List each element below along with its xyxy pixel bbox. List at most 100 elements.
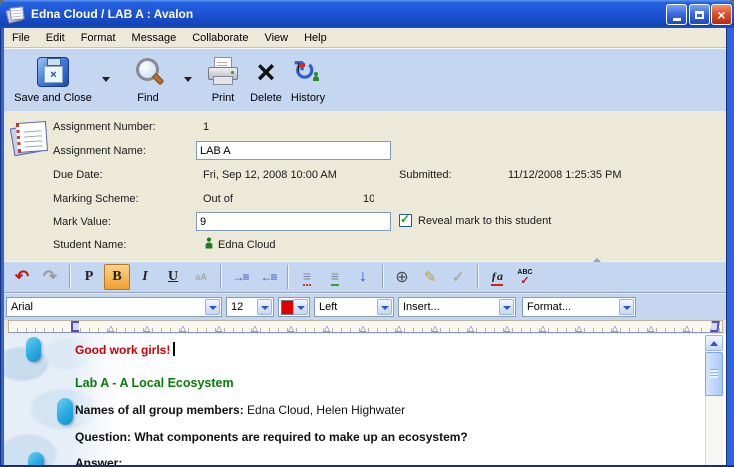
ruler-tab-marker[interactable]: △ xyxy=(252,325,258,333)
insert-object-button[interactable]: ⊕ xyxy=(389,264,415,290)
ruler-tab-marker[interactable]: △ xyxy=(432,325,438,333)
insert-arrow-icon[interactable] xyxy=(499,299,514,315)
ruler-tab-marker[interactable]: △ xyxy=(180,325,186,333)
submitted-value: 11/12/2008 1:25:35 PM xyxy=(508,169,622,181)
menu-collaborate[interactable]: Collaborate xyxy=(184,30,256,46)
fixed-size-button[interactable]: aA xyxy=(188,264,214,290)
undo-icon[interactable]: ↶ xyxy=(9,264,35,290)
ruler-tab-marker[interactable]: △ xyxy=(144,325,150,333)
find-button[interactable]: Find xyxy=(120,53,176,107)
font-family-value: Arial xyxy=(11,301,33,313)
scrollbar-thumb[interactable] xyxy=(705,352,723,396)
toolbar-separator xyxy=(287,265,288,289)
apply-format-button[interactable]: ✓ xyxy=(445,264,471,290)
ruler-tab-marker[interactable]: △ xyxy=(108,325,114,333)
menu-help[interactable]: Help xyxy=(296,30,335,46)
insert-select[interactable]: Insert... xyxy=(398,297,516,317)
indent-increase-button[interactable]: →≡ xyxy=(227,264,253,290)
student-person-icon xyxy=(204,237,214,249)
menu-edit[interactable]: Edit xyxy=(38,30,73,46)
save-dropdown-arrow-icon[interactable] xyxy=(102,77,110,82)
font-color-arrow-icon[interactable] xyxy=(293,299,308,315)
underline-button[interactable]: U xyxy=(160,264,186,290)
format-select[interactable]: Format... xyxy=(522,297,636,317)
font-size-arrow-icon[interactable] xyxy=(257,299,272,315)
menu-format[interactable]: Format xyxy=(73,30,124,46)
scroll-up-button[interactable] xyxy=(705,335,723,351)
save-and-close-button[interactable]: × Save and Close xyxy=(8,53,98,107)
ruler-tab-marker[interactable]: △ xyxy=(288,325,294,333)
find-dropdown-arrow-icon[interactable] xyxy=(184,77,192,82)
ruler-tab-marker[interactable]: △ xyxy=(216,325,222,333)
find-label: Find xyxy=(120,92,176,104)
due-date-value: Fri, Sep 12, 2008 10:00 AM xyxy=(203,169,337,181)
toolbar-separator xyxy=(220,265,221,289)
ruler-tab-marker[interactable]: △ xyxy=(612,325,618,333)
save-and-close-label: Save and Close xyxy=(8,92,98,104)
alignment-value: Left xyxy=(319,301,337,313)
right-margin-marker[interactable] xyxy=(710,321,720,332)
menu-view[interactable]: View xyxy=(256,30,296,46)
toolbar-collapse-handle[interactable] xyxy=(593,258,601,262)
font-color-select[interactable] xyxy=(278,297,310,317)
vertical-scrollbar[interactable] xyxy=(705,335,723,467)
format-arrow-icon[interactable] xyxy=(619,299,634,315)
ruler-tab-marker[interactable]: △ xyxy=(576,325,582,333)
delete-button[interactable]: × Delete xyxy=(246,53,286,107)
toolbar-separator xyxy=(477,265,478,289)
history-button[interactable]: ↻ History xyxy=(286,53,330,107)
ruler-tab-marker[interactable]: △ xyxy=(648,325,654,333)
style-bar: Arial 12 Left Insert... Format... xyxy=(4,294,726,320)
ruler-tab-marker[interactable]: △ xyxy=(540,325,546,333)
close-button[interactable]: × xyxy=(711,4,732,25)
font-family-arrow-icon[interactable] xyxy=(205,299,220,315)
bold-button[interactable]: B xyxy=(104,264,130,290)
editor-area[interactable]: Good work girls! Lab A - A Local Ecosyst… xyxy=(4,334,726,467)
window-border-left xyxy=(0,28,4,467)
ruler[interactable]: △ △ △ △ △ △ △ △ △ △ △ △ △ △ △ △ △ xyxy=(8,320,723,333)
paragraph-lines-button[interactable]: ≡ xyxy=(322,264,348,290)
print-button[interactable]: Print xyxy=(200,53,246,107)
ruler-tab-marker[interactable]: △ xyxy=(504,325,510,333)
student-name-value[interactable]: Edna Cloud xyxy=(218,239,276,251)
assignment-icon xyxy=(12,120,46,156)
print-icon xyxy=(207,57,239,87)
editor-line-greeting: Good work girls! xyxy=(75,342,175,357)
ruler-tab-marker[interactable]: △ xyxy=(324,325,330,333)
marking-scheme-amount: 10 xyxy=(363,193,374,206)
spellcheck-button[interactable]: ABC✓ xyxy=(512,264,538,290)
format-painter-button[interactable]: ✎ xyxy=(417,264,443,290)
signature-button[interactable]: ƒa xyxy=(484,264,510,290)
minimize-button[interactable] xyxy=(666,4,687,25)
font-family-select[interactable]: Arial xyxy=(6,297,222,317)
titlebar[interactable]: Edna Cloud / LAB A : Avalon × xyxy=(0,0,734,28)
paragraph-dotted-button[interactable]: ≡ xyxy=(294,264,320,290)
delete-label: Delete xyxy=(246,92,286,104)
alignment-select[interactable]: Left xyxy=(314,297,394,317)
ruler-tab-marker[interactable]: △ xyxy=(468,325,474,333)
student-name-label: Student Name: xyxy=(53,239,126,251)
alignment-arrow-icon[interactable] xyxy=(377,299,392,315)
ruler-tab-marker[interactable]: △ xyxy=(396,325,402,333)
save-and-close-icon: × xyxy=(37,57,69,87)
left-margin-marker[interactable] xyxy=(71,321,79,332)
stationery-capsule xyxy=(57,398,73,425)
menu-file[interactable]: File xyxy=(4,30,38,46)
down-arrow-button[interactable]: ↓ xyxy=(350,264,376,290)
ruler-tab-marker[interactable]: △ xyxy=(360,325,366,333)
mark-value-input[interactable] xyxy=(196,212,391,231)
checkmark-icon: ✓ xyxy=(400,212,410,226)
italic-button[interactable]: I xyxy=(132,264,158,290)
history-label: History xyxy=(286,92,330,104)
maximize-button[interactable] xyxy=(689,4,710,25)
application-window: Edna Cloud / LAB A : Avalon × File Edit … xyxy=(0,0,734,467)
menu-message[interactable]: Message xyxy=(124,30,185,46)
ruler-tab-marker[interactable]: △ xyxy=(684,325,690,333)
reveal-mark-checkbox[interactable]: ✓ xyxy=(399,214,412,227)
plain-style-button[interactable]: P xyxy=(76,264,102,290)
assignment-name-input[interactable] xyxy=(196,141,391,160)
format-value: Format... xyxy=(527,301,571,313)
font-size-select[interactable]: 12 xyxy=(226,297,274,317)
redo-icon[interactable]: ↷ xyxy=(37,264,63,290)
indent-decrease-button[interactable]: ←≡ xyxy=(255,264,281,290)
